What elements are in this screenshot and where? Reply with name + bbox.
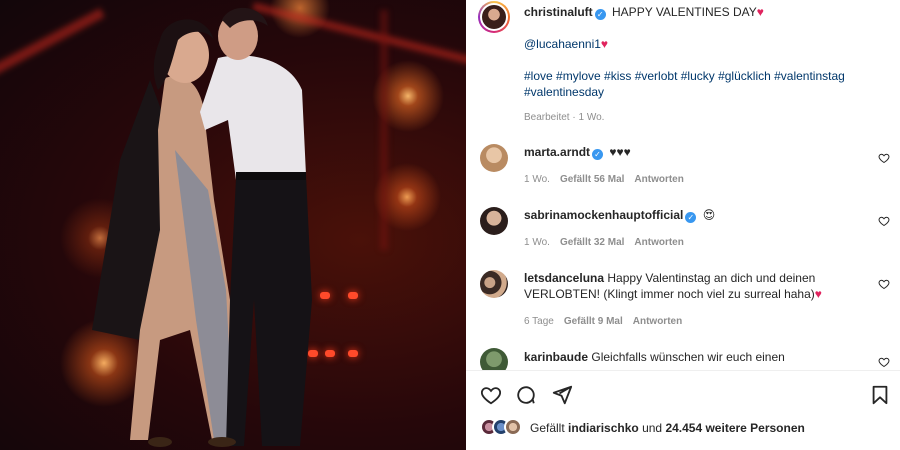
likes-middle: und [642,421,663,435]
commenter-avatar[interactable] [480,144,508,172]
likes-text: Gefällt indiarischko und 24.454 weitere … [530,421,805,435]
comment-likes[interactable]: Gefällt 32 Mal [560,237,624,248]
comment-age: 1 Wo. [524,237,550,248]
comment-like-heart-icon[interactable] [878,215,890,227]
comment-age: 1 Wo. [524,174,550,185]
comment-item: letsdanceluna Happy Valentinstag an dich… [524,270,844,330]
comment-likes[interactable]: Gefällt 9 Mal [564,316,623,327]
comment-text: Gleichfalls wünschen wir euch einen [591,350,785,364]
bookmark-icon[interactable] [869,384,891,406]
comment-like-heart-icon[interactable] [878,152,890,164]
heart-outline-icon[interactable] [480,384,502,406]
post-details-panel: christinaluft ✓ HAPPY VALENTINES DAY♥ @lu… [466,0,900,450]
comment-emoji: 😍 [702,208,716,222]
verified-badge-icon: ✓ [685,212,697,223]
comment-age: 6 Tage [524,316,554,327]
comment-text: ♥♥♥ [609,145,631,159]
dancing-couple-illustration [92,7,312,447]
red-heart-emoji-icon: ♥ [814,287,822,301]
paper-plane-icon[interactable] [551,384,573,406]
comment-likes[interactable]: Gefällt 56 Mal [560,174,624,185]
caption-text: HAPPY VALENTINES DAY [612,5,757,19]
red-heart-emoji-icon: ♥ [756,5,764,19]
mention-link[interactable]: @lucahaenni1 [524,37,601,51]
comment-username[interactable]: letsdanceluna [524,271,604,285]
comment-item: marta.arndt ✓ ♥♥♥ 1 Wo. Gefällt 56 Mal Antw… [524,144,844,188]
comment-item: sabrinamockenhauptofficial ✓ 😍 1 Wo. Gefäl… [524,207,844,251]
comment-username[interactable]: marta.arndt [524,145,590,159]
reply-button[interactable]: Antworten [633,316,682,327]
likes-prefix: Gefällt [530,421,565,435]
post-caption: christinaluft ✓ HAPPY VALENTINES DAY♥ @lu… [524,4,864,126]
action-bar [466,371,900,450]
commenter-avatar[interactable] [480,270,508,298]
comment-like-heart-icon[interactable] [878,278,890,290]
liker-avatar [504,418,522,436]
comment-item: karinbaude Gleichfalls wünschen wir euch… [524,349,844,365]
comment-like-heart-icon[interactable] [878,356,890,368]
author-avatar[interactable] [478,1,510,33]
likes-count[interactable]: 24.454 weitere Personen [665,421,804,435]
commenter-avatar[interactable] [480,207,508,235]
verified-badge-icon: ✓ [594,9,606,20]
first-liker-username[interactable]: indiarischko [568,421,639,435]
post-photo[interactable] [0,0,466,450]
caption-meta: Bearbeitet · 1 Wo. [524,112,605,123]
verified-badge-icon: ✓ [592,149,604,160]
comment-username[interactable]: sabrinamockenhauptofficial [524,208,683,222]
comment-username[interactable]: karinbaude [524,350,588,364]
reply-button[interactable]: Antworten [634,237,683,248]
hashtags[interactable]: #love #mylove #kiss #verlobt #lucky #glü… [524,68,864,100]
red-heart-emoji-icon: ♥ [600,37,609,51]
comment-bubble-icon[interactable] [515,384,537,406]
author-username[interactable]: christinaluft [524,5,593,19]
reply-button[interactable]: Antworten [634,174,683,185]
